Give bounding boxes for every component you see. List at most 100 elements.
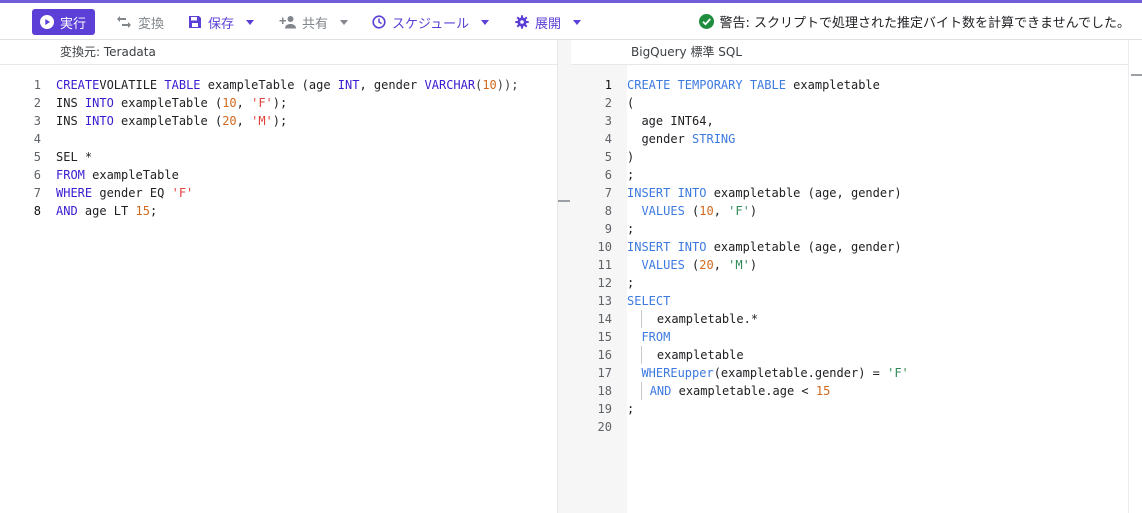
code-token: exampleTable [84, 168, 179, 182]
code-text: WHEREupper(exampletable.gender) = 'F' [627, 364, 908, 382]
line-number: 2 [33, 96, 41, 110]
code-line[interactable]: 18 AND exampletable.age < 15 [571, 382, 1128, 400]
code-token: upper [677, 366, 714, 380]
source-code-editor[interactable]: 1 CREATEVOLATILE TABLE exampleTable (age … [0, 76, 557, 220]
code-line[interactable]: 19; [571, 400, 1128, 418]
target-pane-title: BigQuery 標準 SQL [571, 40, 1128, 65]
code-token: 'M' [251, 114, 273, 128]
deploy-button[interactable]: 展開 [515, 9, 582, 35]
code-token: ) [749, 258, 758, 272]
code-line[interactable]: 9; [571, 220, 1128, 238]
code-line[interactable]: 7 INSERT INTO exampletable (age, gender) [571, 184, 1128, 202]
indent-guide [627, 114, 641, 128]
code-token: gender [641, 132, 693, 146]
code-token: VALUES [641, 258, 685, 272]
target-code-editor[interactable]: 1 CREATE TEMPORARY TABLE exampletable 2(3 … [571, 76, 1128, 436]
pane-divider[interactable] [557, 40, 571, 513]
divider-handle[interactable] [558, 200, 570, 202]
code-token: ( [627, 96, 635, 110]
share-button[interactable]: 共有 [279, 9, 349, 35]
code-line[interactable]: 14 exampletable.* [571, 310, 1128, 328]
code-token: VALUES [641, 204, 685, 218]
code-line[interactable]: 10 INSERT INTO exampletable (age, gender) [571, 238, 1128, 256]
run-button[interactable]: 実行 [32, 9, 95, 35]
code-token: INSERT INTO [627, 186, 707, 200]
source-pane-title: 変換元: Teradata [0, 40, 557, 65]
code-token: INTO [84, 96, 114, 110]
line-number: 10 [597, 240, 612, 254]
code-token: exampletable.* [656, 312, 759, 326]
schedule-button[interactable]: スケジュール [372, 9, 490, 35]
code-line[interactable]: 11 VALUES (20, 'M') [571, 256, 1128, 274]
code-line[interactable]: 1 CREATEVOLATILE TABLE exampleTable (age … [0, 76, 557, 94]
code-text: INSERT INTO exampletable (age, gender) [627, 184, 902, 202]
code-line[interactable]: 2( [571, 94, 1128, 112]
line-number: 14 [597, 312, 612, 326]
indent-guide [627, 132, 641, 146]
code-line[interactable]: 4 gender STRING [571, 130, 1128, 148]
line-number: 13 [597, 294, 612, 308]
code-token: 20 [222, 114, 237, 128]
code-token: INS [56, 96, 85, 110]
share-label: 共有 [302, 16, 329, 32]
code-line[interactable]: 6 FROM exampleTable [0, 166, 557, 184]
code-line[interactable]: 8 VALUES (10, 'F') [571, 202, 1128, 220]
code-text: SEL * [56, 148, 92, 166]
code-token: exampletable [785, 78, 880, 92]
indent-guide [627, 346, 657, 364]
convert-label: 変換 [138, 16, 165, 32]
code-line[interactable]: 3 INS INTO exampleTable (20, 'M'); [0, 112, 557, 130]
code-line[interactable]: 4 [0, 130, 557, 148]
line-number: 5 [33, 150, 41, 164]
line-number: 3 [604, 114, 612, 128]
code-token: INS [56, 114, 85, 128]
code-line[interactable]: 3 age INT64, [571, 112, 1128, 130]
code-line[interactable]: 2 INS INTO exampleTable (10, 'F'); [0, 94, 557, 112]
line-number: 4 [33, 132, 41, 146]
code-token: ) [627, 150, 635, 164]
code-token: AND [649, 384, 672, 398]
code-token: VARCHAR [424, 78, 476, 92]
line-number: 7 [604, 186, 612, 200]
code-token: ); [272, 114, 288, 128]
line-number: 4 [604, 132, 612, 146]
code-token: 'F' [251, 96, 273, 110]
code-line[interactable]: 13 SELECT [571, 292, 1128, 310]
code-line[interactable]: 15 FROM [571, 328, 1128, 346]
line-number: 6 [33, 168, 41, 182]
code-token: 15 [815, 384, 831, 398]
code-text: ( [627, 94, 634, 112]
convert-button[interactable]: 変換 [116, 9, 164, 35]
code-text: ; [627, 220, 634, 238]
code-token: gender EQ [92, 186, 172, 200]
line-number: 11 [597, 258, 612, 272]
code-line[interactable]: 17 WHEREupper(exampletable.gender) = 'F' [571, 364, 1128, 382]
line-number: 18 [597, 384, 612, 398]
code-token: FROM [641, 330, 671, 344]
line-number: 3 [33, 114, 41, 128]
indent-guide [627, 310, 657, 328]
code-token: 10 [482, 78, 497, 92]
code-line[interactable]: 7 WHERE gender EQ 'F' [0, 184, 557, 202]
code-token: INT [337, 78, 360, 92]
line-number: 9 [604, 222, 612, 236]
code-text: exampletable [627, 346, 744, 364]
code-line[interactable]: 12; [571, 274, 1128, 292]
swap-icon [117, 16, 131, 28]
code-line[interactable]: 20 [571, 418, 1128, 436]
code-token: VOLATILE [99, 78, 165, 92]
code-line[interactable]: 5 SEL * [0, 148, 557, 166]
save-icon [189, 16, 201, 28]
code-line[interactable]: 1 CREATE TEMPORARY TABLE exampletable [571, 76, 1128, 94]
code-token: CREATE [56, 78, 100, 92]
clock-icon [372, 15, 386, 29]
code-text: ; [627, 166, 634, 184]
line-number: 1 [604, 78, 612, 92]
code-line[interactable]: 16 exampletable [571, 346, 1128, 364]
target-scrollbar[interactable] [1128, 40, 1142, 513]
indent-guide [627, 366, 641, 380]
save-button[interactable]: 保存 [188, 9, 255, 35]
code-line[interactable]: 8 AND age LT 15; [0, 202, 557, 220]
code-line[interactable]: 6; [571, 166, 1128, 184]
code-line[interactable]: 5) [571, 148, 1128, 166]
